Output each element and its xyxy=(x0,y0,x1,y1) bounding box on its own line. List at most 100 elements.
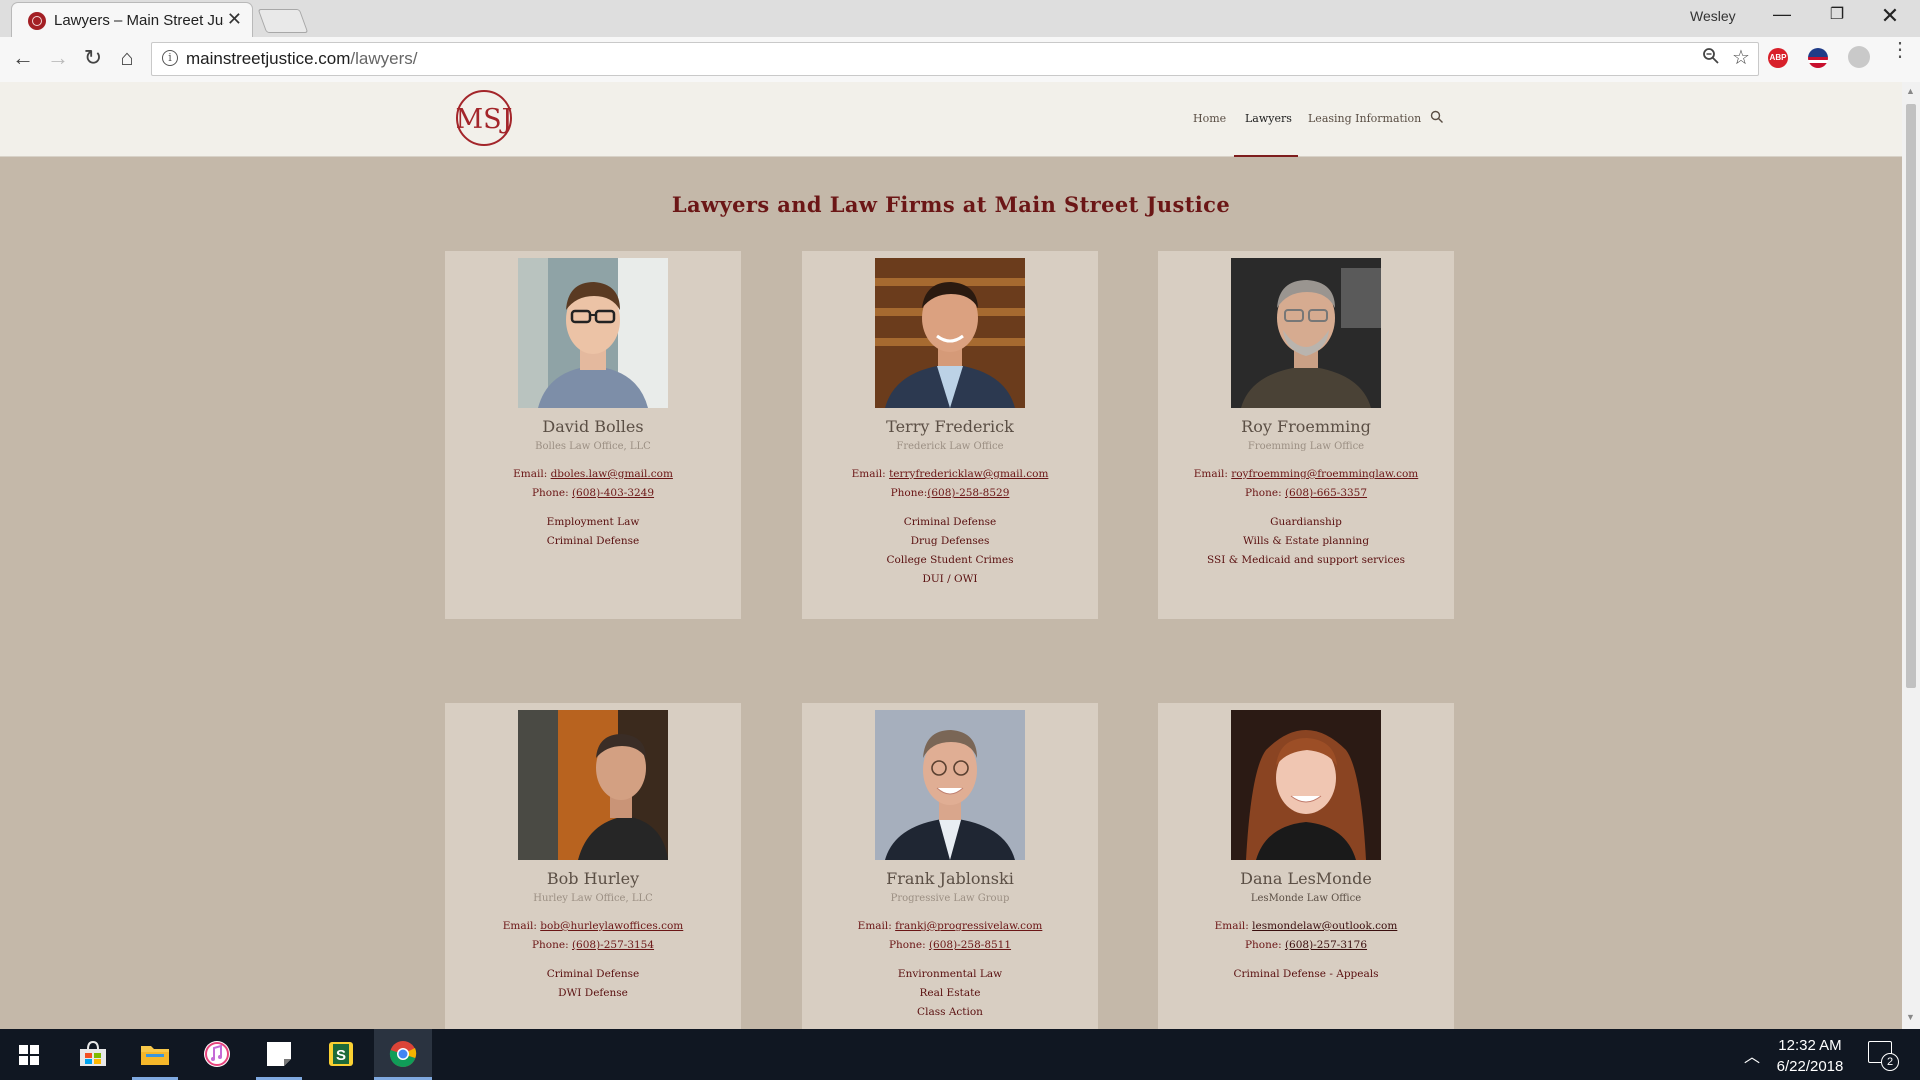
site-info-icon[interactable]: i xyxy=(162,50,178,66)
phone-label: Phone: xyxy=(531,487,569,499)
lawyer-firm: Froemming Law Office xyxy=(1247,441,1365,452)
phone-link[interactable]: (608)-258-8529 xyxy=(927,487,1009,499)
lawyer-contact: Email: bob@hurleylawoffices.com Phone: (… xyxy=(445,917,741,955)
practice-area: Employment Law xyxy=(546,516,640,528)
email-link[interactable]: dboles.law@gmail.com xyxy=(551,468,673,480)
adblock-icon[interactable]: ABP xyxy=(1768,48,1788,68)
lawyer-card: Frank Jablonski Progressive Law Group Em… xyxy=(802,703,1098,1029)
email-link[interactable]: terryfredericklaw@gmail.com xyxy=(889,468,1048,480)
url-text[interactable]: mainstreetjustice.com/lawyers/ xyxy=(186,49,417,69)
lawyer-name: Terry Frederick xyxy=(886,417,1014,436)
phone-label: Phone: xyxy=(1244,487,1282,499)
lawyer-contact: Email: terryfredericklaw@gmail.com Phone… xyxy=(802,465,1098,503)
tray-expand-icon[interactable]: ︿ xyxy=(1744,1043,1760,1067)
email-link[interactable]: frankj@progressivelaw.com xyxy=(895,920,1042,932)
phone-link[interactable]: (608)-257-3176 xyxy=(1285,939,1367,951)
email-label: Email: xyxy=(857,920,892,932)
back-icon[interactable]: ← xyxy=(10,45,36,71)
practice-area: Criminal Defense xyxy=(546,968,640,980)
store-taskbar-button[interactable] xyxy=(64,1029,122,1080)
lawyer-photo xyxy=(875,258,1025,408)
practice-area: Environmental Law xyxy=(897,968,1003,980)
practice-areas: Employment Law Criminal Defense xyxy=(445,513,741,551)
email-link[interactable]: bob@hurleylawoffices.com xyxy=(540,920,683,932)
lawyer-firm: Hurley Law Office, LLC xyxy=(533,893,653,904)
windows-logo-icon xyxy=(19,1045,39,1065)
restore-icon[interactable]: ❐ xyxy=(1825,4,1849,28)
email-label: Email: xyxy=(1214,920,1249,932)
practice-areas: Environmental Law Real Estate Class Acti… xyxy=(802,965,1098,1022)
flag-extension-icon[interactable] xyxy=(1808,48,1828,68)
phone-label: Phone: xyxy=(1244,939,1282,951)
url-host: mainstreetjustice.com xyxy=(186,49,351,68)
phone-label: Phone: xyxy=(890,487,928,499)
lawyer-name: David Bolles xyxy=(542,417,644,436)
home-icon[interactable]: ⌂ xyxy=(114,45,140,71)
window-close-icon[interactable]: ✕ xyxy=(1878,3,1902,28)
minimize-icon[interactable]: — xyxy=(1770,4,1794,28)
address-bar[interactable]: i mainstreetjustice.com/lawyers/ ☆ xyxy=(151,42,1759,76)
reload-icon[interactable]: ↻ xyxy=(80,45,106,71)
practice-area: Class Action xyxy=(917,1006,983,1018)
tab-title: Lawyers – Main Street Jus xyxy=(54,12,224,29)
practice-areas: Guardianship Wills & Estate planning SSI… xyxy=(1158,513,1454,570)
active-nav-underline xyxy=(1234,155,1298,157)
phone-link[interactable]: (608)-403-3249 xyxy=(572,487,654,499)
clock-date: 6/22/2018 xyxy=(1776,1058,1844,1075)
lawyer-photo xyxy=(875,710,1025,860)
s-app-icon: S xyxy=(329,1042,353,1066)
lawyer-card: Roy Froemming Froemming Law Office Email… xyxy=(1158,251,1454,619)
browser-tab-active[interactable]: Lawyers – Main Street Jus ✕ xyxy=(12,3,252,37)
folder-icon xyxy=(141,1046,169,1065)
practice-area: Drug Defenses xyxy=(910,535,990,547)
itunes-icon xyxy=(204,1041,230,1067)
new-tab-button[interactable] xyxy=(257,9,309,33)
phone-link[interactable]: (608)-257-3154 xyxy=(572,939,654,951)
phone-label: Phone: xyxy=(888,939,926,951)
slides-taskbar-button[interactable]: S xyxy=(312,1029,370,1080)
scroll-up-arrow-icon[interactable]: ▲ xyxy=(1906,86,1915,96)
scroll-thumb[interactable] xyxy=(1906,104,1916,688)
lawyer-photo xyxy=(1231,258,1381,408)
phone-label: Phone: xyxy=(531,939,569,951)
email-link[interactable]: royfroemming@froemminglaw.com xyxy=(1231,468,1418,480)
phone-link[interactable]: (608)-665-3357 xyxy=(1285,487,1367,499)
windows-taskbar: S ︿ 12:32 AM 6/22/2018 2 xyxy=(0,1029,1920,1080)
scroll-down-arrow-icon[interactable]: ▼ xyxy=(1906,1012,1915,1022)
lawyer-card: Dana LesMonde LesMonde Law Office Email:… xyxy=(1158,703,1454,1029)
practice-area: College Student Crimes xyxy=(886,554,1014,566)
msj-logo[interactable]: MSJ xyxy=(450,89,518,147)
chrome-taskbar-button[interactable] xyxy=(374,1029,432,1080)
forward-icon[interactable]: → xyxy=(45,45,71,71)
practice-area: Criminal Defense xyxy=(546,535,640,547)
system-clock[interactable]: 12:32 AM 6/22/2018 xyxy=(1760,1035,1860,1077)
lawyer-name: Dana LesMonde xyxy=(1240,869,1372,888)
profile-name[interactable]: Wesley xyxy=(1690,8,1736,24)
bookmark-star-icon[interactable]: ☆ xyxy=(1732,45,1750,70)
account-icon[interactable] xyxy=(1848,46,1870,68)
nav-leasing-information[interactable]: Leasing Information xyxy=(1308,112,1421,125)
sticky-notes-taskbar-button[interactable] xyxy=(250,1029,308,1080)
practice-area: DUI / OWI xyxy=(922,573,978,585)
email-link[interactable]: lesmondelaw@outlook.com xyxy=(1252,920,1397,932)
lawyer-name: Bob Hurley xyxy=(546,869,640,888)
lawyer-card: Bob Hurley Hurley Law Office, LLC Email:… xyxy=(445,703,741,1029)
chrome-icon xyxy=(389,1041,417,1068)
tab-close-icon[interactable]: ✕ xyxy=(227,9,242,30)
zoom-icon[interactable] xyxy=(1702,47,1720,70)
itunes-taskbar-button[interactable] xyxy=(188,1029,246,1080)
lawyer-contact: Email: lesmondelaw@outlook.com Phone: (6… xyxy=(1158,917,1454,955)
email-label: Email: xyxy=(851,468,886,480)
file-explorer-taskbar-button[interactable] xyxy=(126,1029,184,1080)
nav-home[interactable]: Home xyxy=(1193,112,1226,125)
browser-toolbar: ← → ↻ ⌂ i mainstreetjustice.com/lawyers/… xyxy=(0,37,1920,83)
nav-lawyers[interactable]: Lawyers xyxy=(1245,112,1292,125)
practice-area: Criminal Defense xyxy=(903,516,997,528)
browser-menu-icon[interactable]: ⋮ xyxy=(1890,40,1910,60)
start-button[interactable] xyxy=(0,1029,58,1080)
site-header: MSJ Home Lawyers Leasing Information xyxy=(0,82,1902,157)
phone-link[interactable]: (608)-258-8511 xyxy=(929,939,1011,951)
search-icon[interactable] xyxy=(1430,110,1444,124)
page-scrollbar[interactable]: ▲ ▼ xyxy=(1902,82,1920,1029)
practice-area: Wills & Estate planning xyxy=(1242,535,1370,547)
